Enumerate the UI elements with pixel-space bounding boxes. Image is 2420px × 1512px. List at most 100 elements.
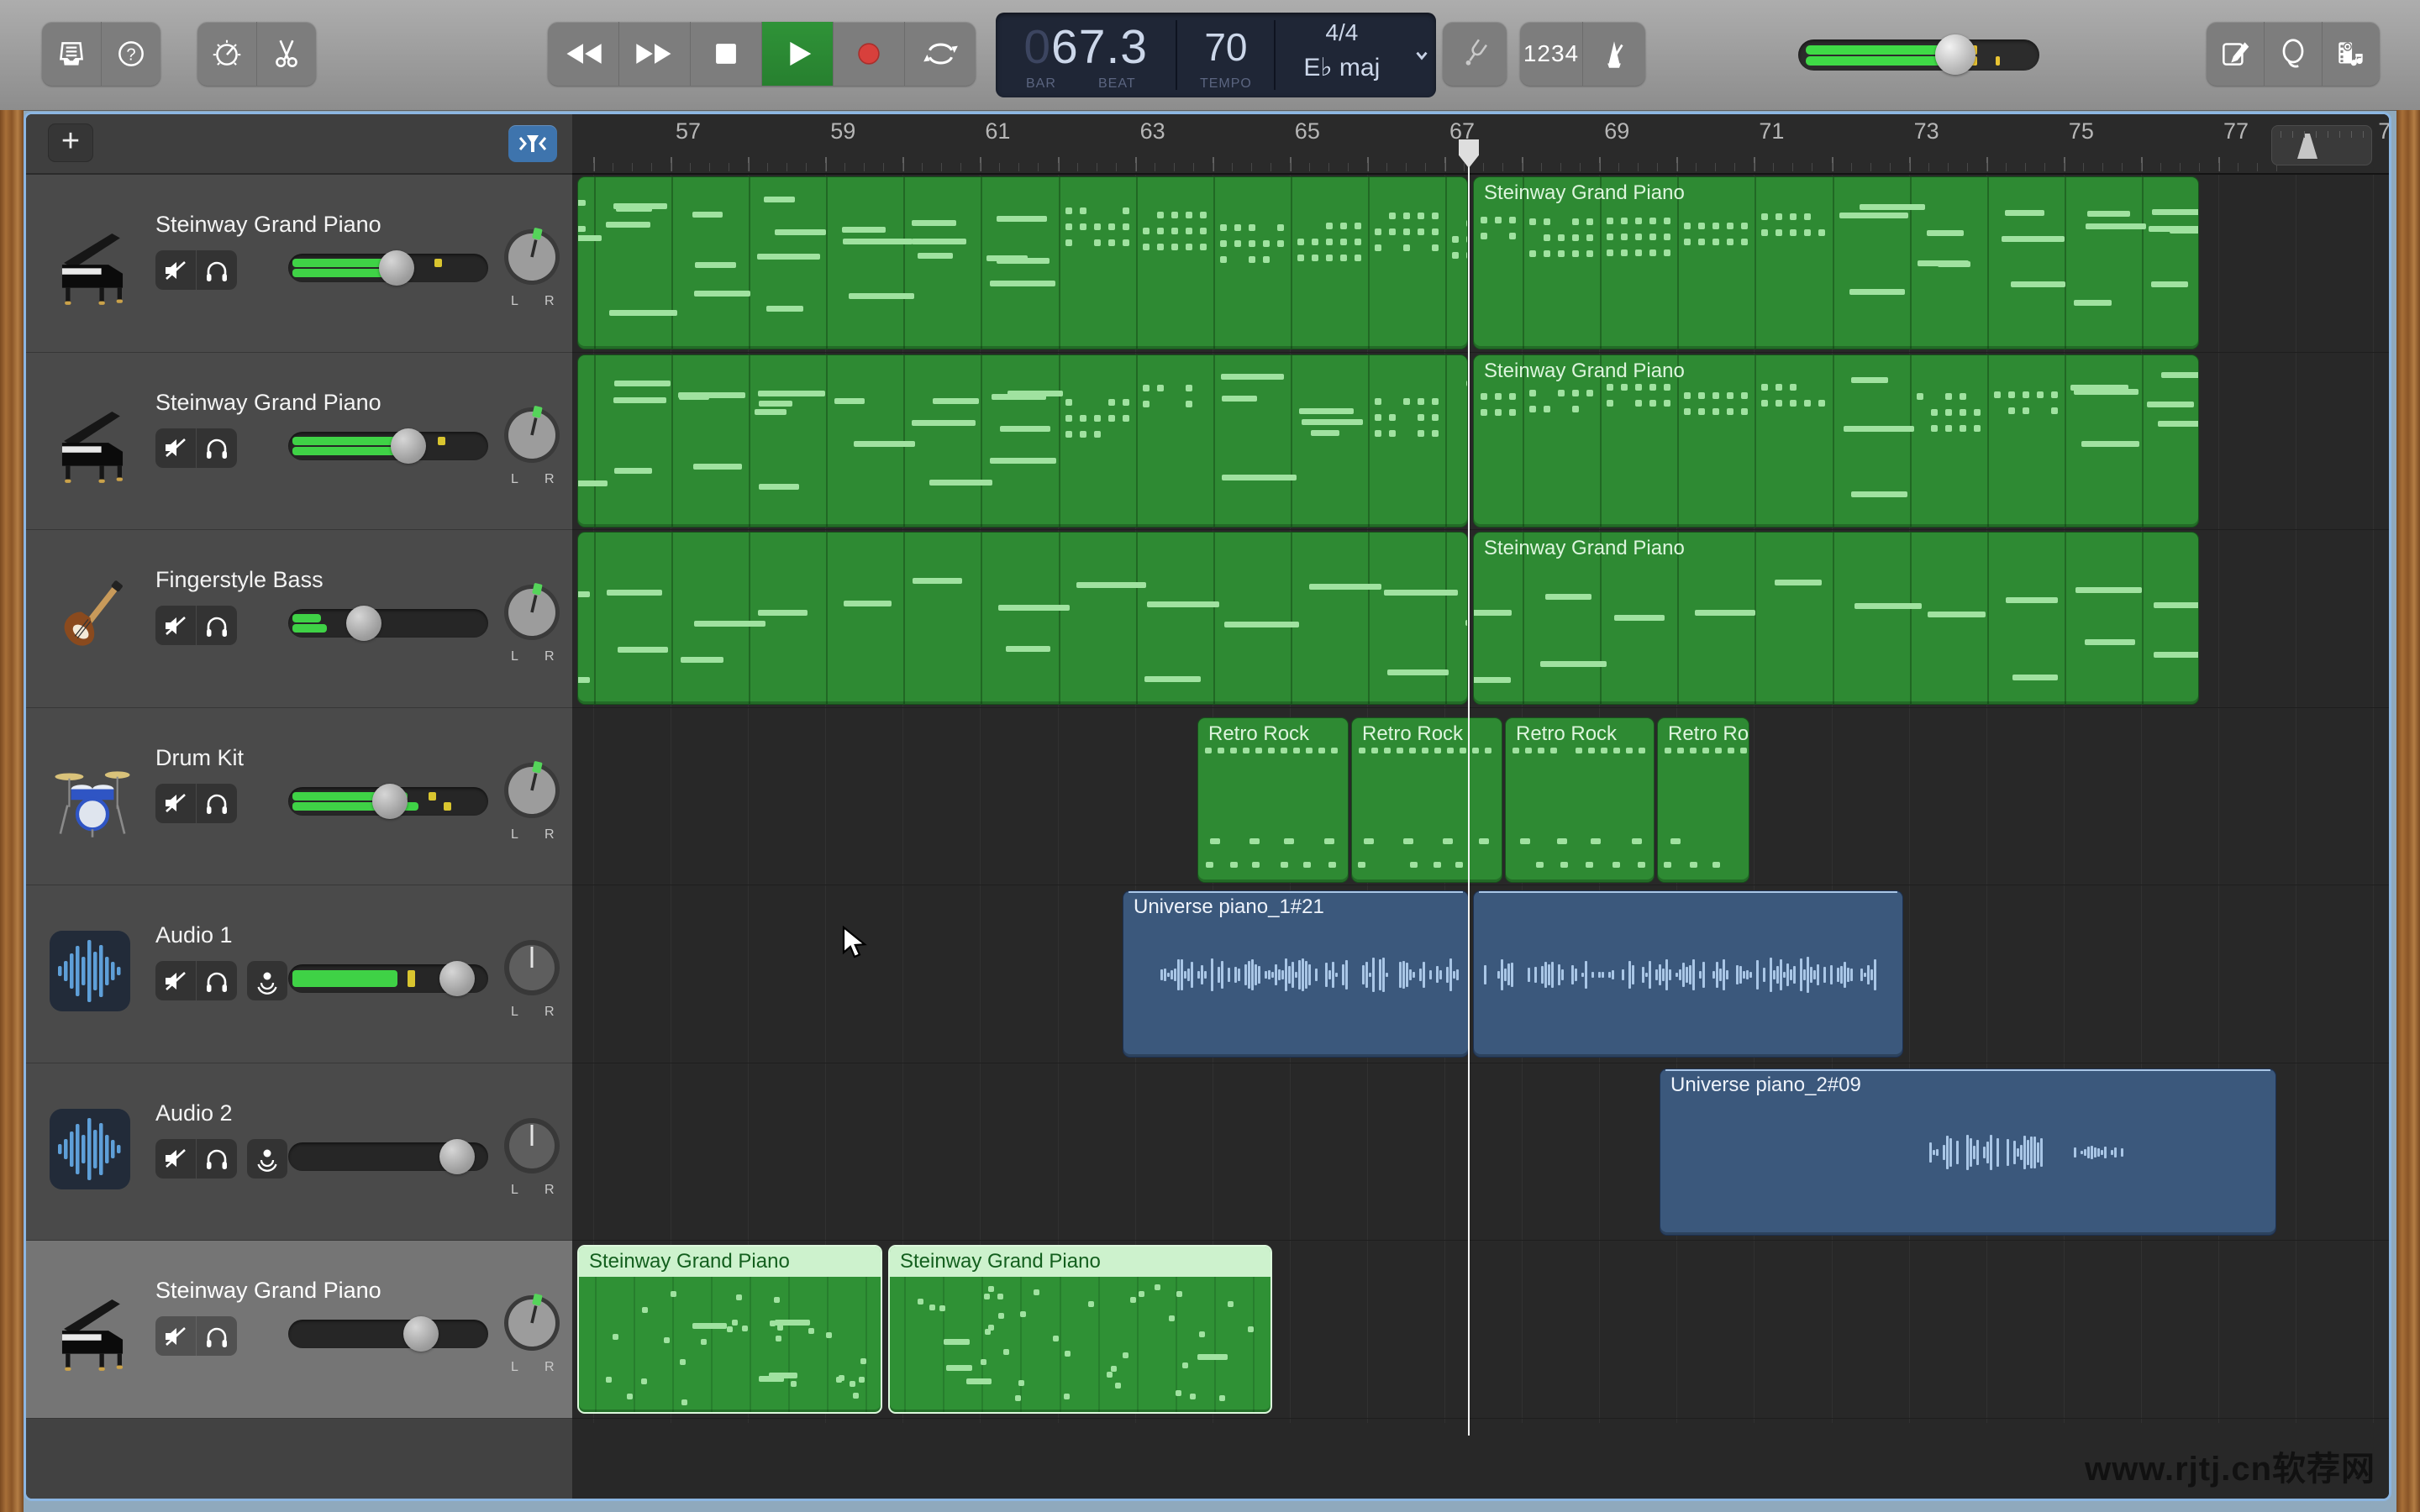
cycle-button[interactable] <box>904 22 976 86</box>
timeline-area[interactable]: 575961636567697173757779 Steinway Grand … <box>572 114 2389 1499</box>
pan-knob[interactable]: LR <box>497 222 567 309</box>
quick-help-button[interactable]: ? <box>101 22 160 86</box>
loop-browser-button[interactable] <box>2264 22 2322 86</box>
region-label: Steinway Grand Piano <box>1484 537 1685 560</box>
volume-knob[interactable] <box>439 1139 475 1174</box>
lcd-key-section[interactable]: 4/4 E♭ maj <box>1276 13 1407 97</box>
tuner-button[interactable] <box>1443 22 1507 86</box>
lcd-display[interactable]: 067.3 BAR BEAT 70 TEMPO 4/4 E♭ maj <box>996 13 1436 97</box>
track-header-1[interactable]: Steinway Grand PianoLR <box>26 175 572 353</box>
metronome-button[interactable] <box>1582 22 1645 86</box>
region-steinway-grand-piano[interactable]: Steinway Grand Piano <box>1473 176 2199 349</box>
catch-playhead-button[interactable] <box>508 125 557 162</box>
add-track-button[interactable]: + <box>48 123 93 162</box>
track-lane-1[interactable]: Steinway Grand Piano <box>572 175 2389 353</box>
volume-knob[interactable] <box>372 784 408 819</box>
region-steinway-grand-piano[interactable]: Steinway Grand Piano <box>1473 354 2199 528</box>
volume-knob[interactable] <box>439 961 475 996</box>
input-monitoring-button[interactable] <box>247 961 287 1000</box>
region-steinway-grand-piano[interactable]: Steinway Grand Piano <box>888 1245 1272 1414</box>
master-volume-slider[interactable] <box>1798 39 2039 71</box>
zoom-slider[interactable] <box>2271 125 2372 165</box>
volume-slider[interactable] <box>288 787 488 816</box>
region-retro-rock[interactable]: Retro Rock <box>1197 717 1349 883</box>
volume-knob[interactable] <box>379 250 414 286</box>
track-lane-7[interactable]: Steinway Grand PianoSteinway Grand Piano <box>572 1241 2389 1419</box>
region-clip[interactable] <box>1473 890 1903 1058</box>
solo-button[interactable] <box>196 250 237 290</box>
zoom-slider-handle[interactable] <box>2297 134 2317 159</box>
waveform-peak <box>1612 970 1614 979</box>
region-clip[interactable] <box>577 176 1468 349</box>
track-header-7[interactable]: Steinway Grand PianoLR <box>26 1241 572 1419</box>
bar-separator <box>1833 355 1834 527</box>
track-lane-4[interactable]: Retro RockRetro RockRetro RockRetro Ro <box>572 708 2389 886</box>
volume-knob[interactable] <box>391 428 426 464</box>
master-volume-knob[interactable] <box>1935 34 1975 75</box>
track-header-6[interactable]: Audio 2LR <box>26 1063 572 1242</box>
play-button[interactable] <box>761 22 833 86</box>
region-clip[interactable] <box>577 532 1468 705</box>
input-monitoring-button[interactable] <box>247 1139 287 1179</box>
volume-knob[interactable] <box>346 606 381 641</box>
volume-slider[interactable] <box>288 254 488 282</box>
bar-ruler[interactable]: 575961636567697173757779 <box>572 114 2389 175</box>
pan-knob[interactable]: LR <box>497 755 567 843</box>
mute-button[interactable] <box>155 250 196 290</box>
volume-slider[interactable] <box>288 1142 488 1171</box>
pan-knob[interactable]: LR <box>497 1288 567 1375</box>
smart-controls-button[interactable] <box>197 22 256 86</box>
track-lane-6[interactable]: Universe piano_2#09 <box>572 1063 2389 1242</box>
editors-button[interactable] <box>256 22 316 86</box>
mute-button[interactable] <box>155 784 196 823</box>
solo-button[interactable] <box>196 428 237 468</box>
rewind-button[interactable] <box>548 22 618 86</box>
solo-button[interactable] <box>196 606 237 645</box>
record-button[interactable] <box>833 22 904 86</box>
pan-knob[interactable]: LR <box>497 577 567 664</box>
lcd-tempo-section[interactable]: 70 TEMPO <box>1177 13 1274 97</box>
mute-button[interactable] <box>155 1316 196 1356</box>
mute-button[interactable] <box>155 428 196 468</box>
waveform-peak <box>1211 958 1213 991</box>
solo-button[interactable] <box>196 784 237 823</box>
solo-button[interactable] <box>196 961 237 1000</box>
region-retro-rock[interactable]: Retro Rock <box>1505 717 1655 883</box>
mute-button[interactable] <box>155 1139 196 1179</box>
volume-knob[interactable] <box>403 1316 439 1352</box>
track-header-2[interactable]: Steinway Grand PianoLR <box>26 353 572 531</box>
track-header-5[interactable]: Audio 1LR <box>26 885 572 1063</box>
volume-slider[interactable] <box>288 609 488 638</box>
region-universe-piano-2-09[interactable]: Universe piano_2#09 <box>1660 1068 2276 1236</box>
media-browser-button[interactable] <box>2322 22 2380 86</box>
mute-button[interactable] <box>155 606 196 645</box>
solo-button[interactable] <box>196 1316 237 1356</box>
region-retro-rock[interactable]: Retro Rock <box>1351 717 1502 883</box>
track-header-4[interactable]: Drum KitLR <box>26 708 572 886</box>
pan-knob[interactable]: LR <box>497 932 567 1020</box>
track-lane-5[interactable]: Universe piano_1#21 <box>572 885 2389 1063</box>
region-retro-ro[interactable]: Retro Ro <box>1657 717 1749 883</box>
stop-button[interactable] <box>690 22 761 86</box>
note-pad-button[interactable] <box>2207 22 2264 86</box>
library-button[interactable] <box>42 22 101 86</box>
region-steinway-grand-piano[interactable]: Steinway Grand Piano <box>1473 532 2199 705</box>
volume-slider[interactable] <box>288 964 488 993</box>
track-lane-2[interactable]: Steinway Grand Piano <box>572 353 2389 531</box>
track-header-3[interactable]: Fingerstyle BassLR <box>26 530 572 708</box>
lcd-disclosure[interactable] <box>1407 13 1436 97</box>
region-universe-piano-1-21[interactable]: Universe piano_1#21 <box>1123 890 1469 1058</box>
lcd-position-section[interactable]: 067.3 BAR BEAT <box>996 13 1176 97</box>
region-steinway-grand-piano[interactable]: Steinway Grand Piano <box>577 1245 882 1414</box>
region-clip[interactable] <box>577 354 1468 528</box>
playhead[interactable] <box>1468 139 1470 1436</box>
pan-knob[interactable]: LR <box>497 1110 567 1198</box>
volume-slider[interactable] <box>288 432 488 460</box>
fast-forward-button[interactable] <box>618 22 690 86</box>
solo-button[interactable] <box>196 1139 237 1179</box>
count-in-button[interactable]: 1234 <box>1520 22 1582 86</box>
mute-button[interactable] <box>155 961 196 1000</box>
volume-slider[interactable] <box>288 1320 488 1348</box>
track-lane-3[interactable]: Steinway Grand Piano <box>572 530 2389 708</box>
pan-knob[interactable]: LR <box>497 400 567 487</box>
